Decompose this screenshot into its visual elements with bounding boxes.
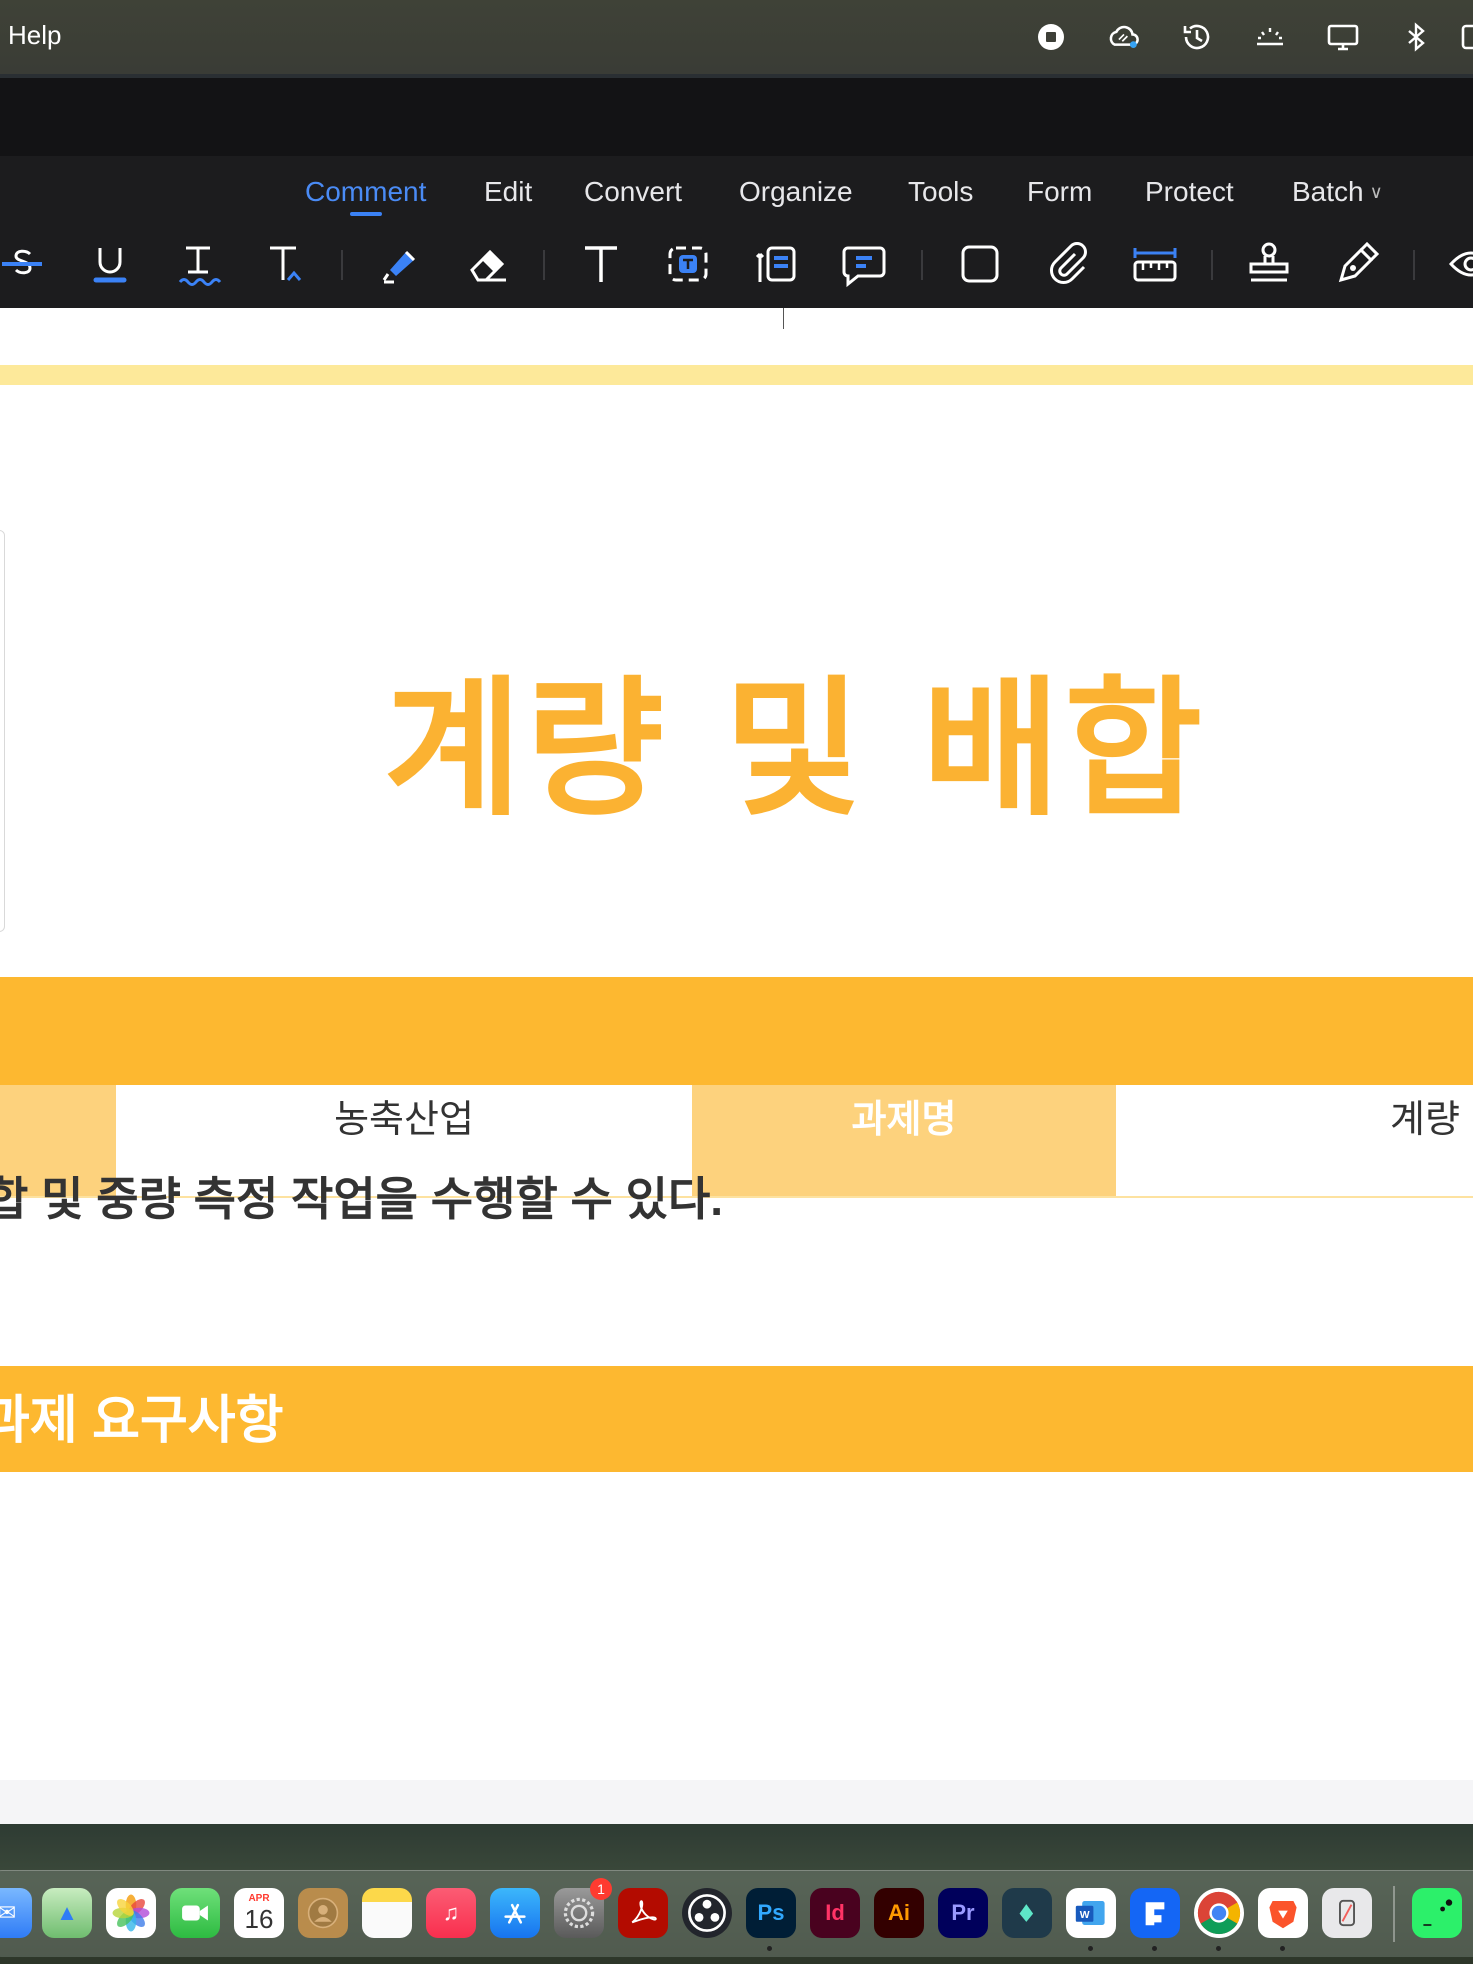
running-indicator xyxy=(1088,1946,1093,1951)
toolbar-separator xyxy=(543,250,545,280)
app-toolbar: Comment Edit Convert Organize Tools Form… xyxy=(0,156,1473,308)
creative-cloud-icon[interactable] xyxy=(1103,16,1145,58)
page-title: 계량 및 배합 xyxy=(383,663,1207,837)
brave-icon[interactable] xyxy=(1258,1888,1308,1938)
contacts-icon[interactable] xyxy=(298,1888,348,1938)
running-indicator xyxy=(1152,1946,1157,1951)
filmora-icon[interactable] xyxy=(1002,1888,1052,1938)
indesign-icon[interactable]: Id xyxy=(810,1888,860,1938)
insert-text-icon[interactable] xyxy=(256,236,312,292)
section-bar xyxy=(0,977,1473,1085)
body-sentence: 합 및 중량 측정 작업을 수행할 수 있다. xyxy=(0,1173,724,1225)
bluetooth-icon[interactable] xyxy=(1395,16,1437,58)
dock xyxy=(0,1870,1473,1957)
word-icon[interactable]: W xyxy=(1066,1888,1116,1938)
toolbar-separator xyxy=(921,250,923,280)
stamp-icon[interactable] xyxy=(1241,236,1297,292)
calendar-icon[interactable]: APR 16 xyxy=(234,1888,284,1938)
yellow-band xyxy=(0,365,1473,385)
squiggly-underline-icon[interactable] xyxy=(170,236,226,292)
highlighter-icon[interactable] xyxy=(372,236,428,292)
running-indicator xyxy=(1280,1946,1285,1951)
app-store-icon[interactable] xyxy=(490,1888,540,1938)
dock-divider xyxy=(1393,1886,1395,1942)
brightness-icon[interactable] xyxy=(1249,16,1291,58)
note-icon[interactable] xyxy=(836,236,892,292)
running-indicator xyxy=(767,1946,772,1951)
tab-batch[interactable]: Batch ∨ xyxy=(1292,176,1383,208)
tab-organize[interactable]: Organize xyxy=(739,176,853,208)
photos-icon[interactable] xyxy=(106,1888,156,1938)
signature-icon[interactable] xyxy=(1329,236,1385,292)
notes-icon[interactable] xyxy=(362,1888,412,1938)
section-heading: 과제 요구사항 xyxy=(0,1392,284,1450)
callout-icon[interactable] xyxy=(748,236,804,292)
menu-help[interactable]: Help xyxy=(8,20,61,51)
premiere-icon[interactable]: Pr xyxy=(938,1888,988,1938)
time-machine-icon[interactable] xyxy=(1176,16,1218,58)
acrobat-icon[interactable] xyxy=(618,1888,668,1938)
rectangle-icon[interactable] xyxy=(952,236,1008,292)
display-icon[interactable] xyxy=(1322,16,1364,58)
obs-icon[interactable] xyxy=(682,1888,732,1938)
toolbar-separator xyxy=(341,250,343,280)
iphone-mirroring-icon[interactable] xyxy=(1322,1888,1372,1938)
tab-convert[interactable]: Convert xyxy=(584,176,682,208)
eye-icon[interactable] xyxy=(1443,236,1473,292)
tab-edit[interactable]: Edit xyxy=(484,176,532,208)
tab-batch-label: Batch xyxy=(1292,176,1364,207)
underline-icon[interactable] xyxy=(82,236,138,292)
text-box-icon[interactable] xyxy=(660,236,716,292)
pdf-app-icon[interactable] xyxy=(1130,1888,1180,1938)
pdf-page[interactable]: 계량 및 배합 농축산업 과제명 계량 합 및 중량 측정 작업을 수행할 수 … xyxy=(0,308,1473,1824)
strikethrough-icon[interactable] xyxy=(0,236,50,292)
music-icon[interactable]: ♫ xyxy=(426,1888,476,1938)
measure-icon[interactable] xyxy=(1127,236,1183,292)
chrome-icon[interactable] xyxy=(1194,1888,1244,1938)
chevron-down-icon: ∨ xyxy=(1369,182,1383,202)
toolbar-separator xyxy=(1413,250,1415,280)
maps-icon[interactable]: ▲ xyxy=(42,1888,92,1938)
tab-form[interactable]: Form xyxy=(1027,176,1092,208)
svg-text:W: W xyxy=(1080,1910,1090,1921)
tab-comment[interactable]: Comment xyxy=(305,176,426,216)
stop-record-icon[interactable] xyxy=(1030,16,1072,58)
tab-protect[interactable]: Protect xyxy=(1145,176,1234,208)
facetime-icon[interactable] xyxy=(170,1888,220,1938)
running-indicator xyxy=(1216,1946,1221,1951)
attachment-icon[interactable] xyxy=(1039,236,1095,292)
battery-icon[interactable] xyxy=(1459,16,1473,58)
mail-icon[interactable]: ✉ xyxy=(0,1888,32,1938)
text-cursor xyxy=(783,308,784,329)
illustrator-icon[interactable]: Ai xyxy=(874,1888,924,1938)
page-bottom-margin xyxy=(0,1780,1473,1824)
settings-badge: 1 xyxy=(590,1878,612,1900)
eraser-icon[interactable] xyxy=(460,236,516,292)
app-titlebar xyxy=(0,78,1473,156)
activity-app-icon[interactable] xyxy=(1412,1888,1462,1938)
text-tool-icon[interactable] xyxy=(573,236,629,292)
tab-tools[interactable]: Tools xyxy=(908,176,973,208)
calendar-day: 16 xyxy=(244,1904,274,1934)
menu-bar: Help xyxy=(0,0,1473,74)
status-icons xyxy=(999,16,1473,58)
toolbar-separator xyxy=(1211,250,1213,280)
photoshop-icon[interactable]: Ps xyxy=(746,1888,796,1938)
